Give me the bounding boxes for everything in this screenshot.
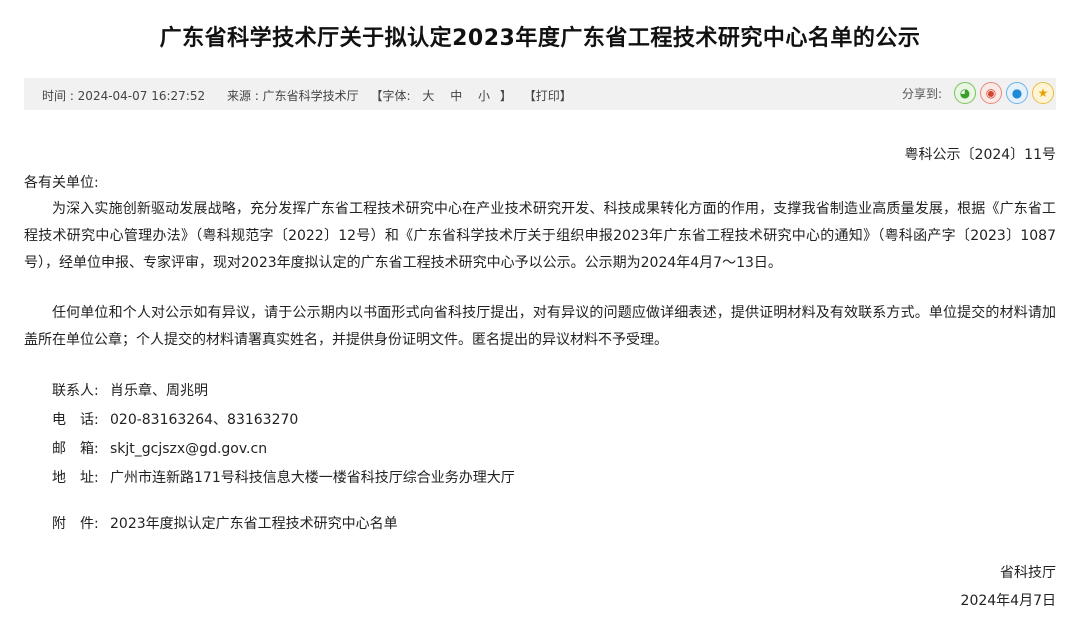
contact-address-value: 广州市连新路171号科技信息大楼一楼省科技厅综合业务办理大厅 [110,470,515,486]
contact-phone-label: 电 话: [52,412,99,428]
font-size-small-link[interactable]: 小 [478,89,490,103]
qq-icon: ● [1011,86,1023,100]
qq-share-button[interactable]: ● [1006,82,1028,104]
contact-phone: 电 话: 020-83163264、83163270 [52,409,298,429]
contact-person: 联系人: 肖乐章、周兆明 [52,380,208,400]
contact-person-label: 联系人: [52,383,99,399]
weibo-icon: ◉ [985,86,997,100]
contact-address-label: 地 址: [52,470,99,486]
paragraph-objection: 任何单位和个人对公示如有异议，请于公示期内以书面形式向省科技厅提出，对有异议的问… [24,305,1056,348]
share-label: 分享到: [901,86,942,101]
article-meta: 时间 : 2024-04-07 16:27:52 来源 : 广东省科学技术厅 【… [42,87,580,104]
attachment-link[interactable]: 2023年度拟认定广东省工程技术研究中心名单 [110,516,398,532]
qzone-icon: ★ [1037,86,1049,100]
attachment-label: 附 件: [52,516,99,532]
print-link[interactable]: 【打印】 [524,89,572,103]
contact-phone-value: 020-83163264、83163270 [110,412,299,428]
paragraph-announcement: 为深入实施创新驱动发展战略，充分发挥广东省工程技术研究中心在产业技术研究开发、科… [24,201,1056,271]
contact-email-value: skjt_gcjszx@gd.gov.cn [110,441,268,457]
font-size-medium-link[interactable]: 中 [450,89,462,103]
contact-email-label: 邮 箱: [52,441,99,457]
contact-address: 地 址: 广州市连新路171号科技信息大楼一楼省科技厅综合业务办理大厅 [52,467,515,487]
signature: 省科技厅 [1000,565,1056,581]
document-number: 粤科公示〔2024〕11号 [904,147,1056,163]
font-size-large-link[interactable]: 大 [422,89,434,103]
article-source: 来源 : 广东省科学技术厅 [226,89,359,103]
publish-time: 时间 : 2024-04-07 16:27:52 [42,89,206,103]
contact-email: 邮 箱: skjt_gcjszx@gd.gov.cn [52,438,267,458]
weibo-share-button[interactable]: ◉ [980,82,1002,104]
sign-date: 2024年4月7日 [960,593,1056,609]
font-size-open: 【字体: [370,89,411,103]
page-title: 广东省科学技术厅关于拟认定2023年度广东省工程技术研究中心名单的公示 [159,26,921,51]
wechat-icon: ◕ [959,86,971,100]
wechat-share-button[interactable]: ◕ [954,82,976,104]
attachment: 附 件: 2023年度拟认定广东省工程技术研究中心名单 [52,513,398,533]
font-size-close: 】 [499,89,512,103]
qzone-share-button[interactable]: ★ [1032,82,1054,104]
greeting: 各有关单位: [24,175,99,191]
info-bar: 时间 : 2024-04-07 16:27:52 来源 : 广东省科学技术厅 【… [24,78,1056,110]
share-bar: 分享到: ◕ ◉ ● ★ [902,82,1054,104]
contact-person-value: 肖乐章、周兆明 [110,383,208,399]
page: 广东省科学技术厅关于拟认定2023年度广东省工程技术研究中心名单的公示 时间 :… [0,0,1080,644]
